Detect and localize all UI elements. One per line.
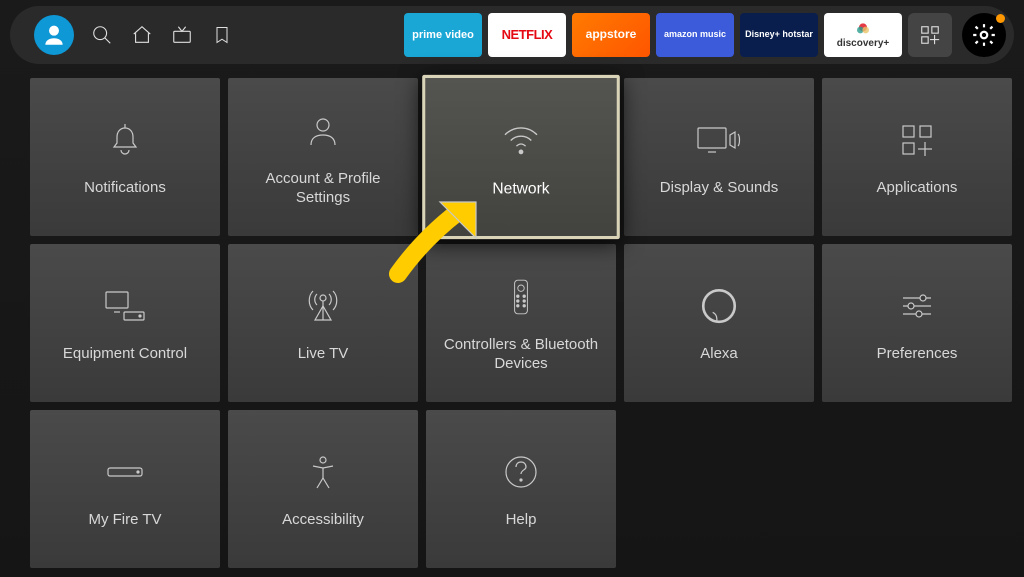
profile-avatar[interactable] (34, 15, 74, 55)
equipment-icon (100, 282, 150, 330)
tile-accessibility[interactable]: Accessibility (228, 410, 418, 568)
app-row: prime video NETFLIX appstore amazon musi… (404, 13, 1006, 57)
tile-label: Alexa (690, 344, 748, 364)
tile-label: Applications (867, 178, 968, 198)
search-button[interactable] (90, 23, 114, 47)
tile-preferences[interactable]: Preferences (822, 244, 1012, 402)
person-icon (41, 22, 67, 48)
tile-label: Help (496, 510, 547, 530)
tile-label: My Fire TV (78, 510, 171, 530)
app-label: discovery+ (837, 38, 890, 49)
tile-notifications[interactable]: Notifications (30, 78, 220, 236)
antenna-icon (303, 282, 343, 330)
tile-label: Account & Profile Settings (228, 169, 418, 208)
app-label: amazon music (664, 30, 726, 40)
tile-label: Live TV (288, 344, 359, 364)
app-label: Disney+ hotstar (745, 30, 813, 40)
tile-network[interactable]: Network (422, 75, 620, 239)
app-disney-hotstar[interactable]: Disney+ hotstar (740, 13, 818, 57)
tile-controllers-bluetooth[interactable]: Controllers & Bluetooth Devices (426, 244, 616, 402)
apps-grid-icon (919, 24, 941, 46)
app-label: NETFLIX (502, 28, 553, 42)
topbar: prime video NETFLIX appstore amazon musi… (10, 6, 1014, 64)
bookmark-button[interactable] (210, 23, 234, 47)
tile-label: Controllers & Bluetooth Devices (426, 335, 616, 374)
topbar-left (18, 15, 234, 55)
home-button[interactable] (130, 23, 154, 47)
home-icon (131, 24, 153, 46)
tile-alexa[interactable]: Alexa (624, 244, 814, 402)
tile-my-fire-tv[interactable]: My Fire TV (30, 410, 220, 568)
search-icon (91, 24, 113, 46)
alexa-icon (698, 282, 740, 330)
tile-applications[interactable]: Applications (822, 78, 1012, 236)
tile-label: Equipment Control (53, 344, 197, 364)
tile-label: Accessibility (272, 510, 374, 530)
tile-label: Display & Sounds (650, 178, 788, 198)
app-netflix[interactable]: NETFLIX (488, 13, 566, 57)
app-label: prime video (412, 29, 474, 41)
tile-account-profile[interactable]: Account & Profile Settings (228, 78, 418, 236)
firetv-device-icon (100, 448, 150, 496)
settings-grid: Notifications Account & Profile Settings… (0, 64, 1024, 568)
tv-icon (171, 24, 193, 46)
wifi-icon (498, 115, 544, 165)
tile-label: Network (482, 179, 560, 199)
tile-equipment-control[interactable]: Equipment Control (30, 244, 220, 402)
live-button[interactable] (170, 23, 194, 47)
app-appstore[interactable]: appstore (572, 13, 650, 57)
tile-label: Preferences (867, 344, 968, 364)
tile-help[interactable]: Help (426, 410, 616, 568)
bell-icon (105, 116, 145, 164)
app-amazon-music[interactable]: amazon music (656, 13, 734, 57)
account-icon (303, 107, 343, 155)
bookmark-icon (212, 25, 232, 45)
tile-display-sounds[interactable]: Display & Sounds (624, 78, 814, 236)
apps-icon (897, 116, 937, 164)
tile-live-tv[interactable]: Live TV (228, 244, 418, 402)
app-discovery-plus[interactable]: discovery+ (824, 13, 902, 57)
notification-badge (996, 14, 1005, 23)
help-icon (501, 448, 541, 496)
tile-label: Notifications (74, 178, 176, 198)
sliders-icon (897, 282, 937, 330)
discovery-logo-icon (855, 22, 871, 38)
app-prime-video[interactable]: prime video (404, 13, 482, 57)
apps-grid-button[interactable] (908, 13, 952, 57)
accessibility-icon (303, 448, 343, 496)
app-label: appstore (586, 28, 637, 41)
display-sound-icon (694, 116, 744, 164)
remote-icon (505, 273, 537, 321)
gear-icon (971, 22, 997, 48)
settings-button[interactable] (962, 13, 1006, 57)
